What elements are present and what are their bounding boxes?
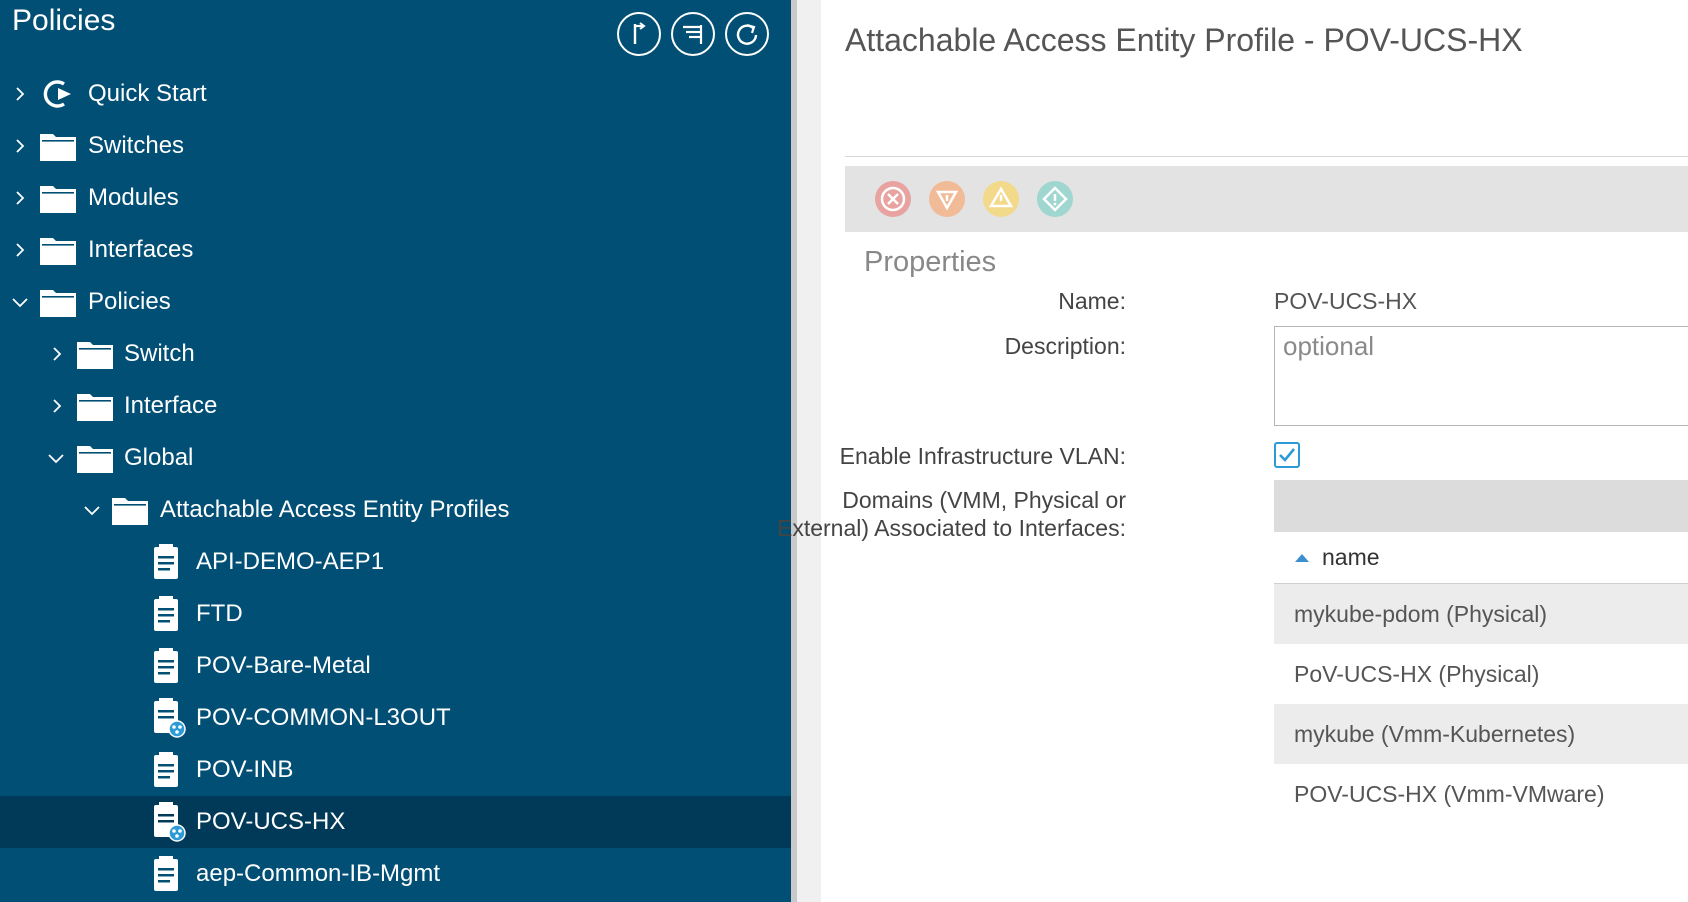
infra-vlan-label: Enable Infrastructure VLAN: — [839, 443, 1126, 469]
tree-item-label: FTD — [196, 600, 243, 627]
domains-label-line2: External) Associated to Interfaces: — [776, 515, 1126, 541]
nav-title: Policies — [12, 4, 116, 37]
document-icon — [153, 596, 179, 632]
tree-home-button[interactable] — [617, 12, 661, 56]
tree-item-pov-bare-metal[interactable]: POV-Bare-Metal — [0, 640, 791, 692]
tree-item-label: aep-Common-IB-Mgmt — [196, 860, 441, 887]
folder-icon — [40, 235, 76, 265]
domains-table-row[interactable]: mykube-pdom (Physical) — [1274, 584, 1688, 644]
tree-item-ftd[interactable]: FTD — [0, 588, 791, 640]
tree-item-interfaces[interactable]: Interfaces — [0, 224, 791, 276]
major-fault-icon[interactable] — [927, 179, 967, 219]
tree-item-quick-start[interactable]: Quick Start — [0, 68, 791, 120]
tree-item-pov-common-l3out[interactable]: POV-COMMON-L3OUT — [0, 692, 791, 744]
quick-start-icon — [40, 78, 76, 110]
folder-icon — [77, 443, 113, 473]
column-header-label: name — [1322, 544, 1380, 570]
document-shared-icon — [153, 802, 187, 842]
page-title: Attachable Access Entity Profile - POV-U… — [845, 22, 1523, 58]
sort-ascending-icon — [1295, 553, 1309, 562]
folder-icon — [77, 391, 113, 421]
chevron-right-icon[interactable] — [48, 397, 66, 415]
folder-icon — [40, 131, 76, 161]
tree-item-attachable-access-entity-profiles[interactable]: Attachable Access Entity Profiles — [0, 484, 791, 536]
tree-item-label: Switches — [88, 132, 185, 159]
tree-item-label: POV-COMMON-L3OUT — [196, 704, 451, 731]
tree-item-label: Global — [124, 444, 194, 471]
chevron-right-icon[interactable] — [11, 137, 29, 155]
description-field[interactable] — [1274, 326, 1688, 426]
filter-button[interactable] — [671, 12, 715, 56]
document-shared-icon — [153, 698, 187, 738]
navigation-pane: Policies Quick Start Switches Modules In… — [0, 0, 791, 902]
policy-tree: Quick Start Switches Modules Interfaces … — [0, 68, 791, 900]
document-icon — [153, 752, 179, 788]
tree-item-label: Interfaces — [88, 236, 194, 263]
tree-item-label: API-DEMO-AEP1 — [196, 548, 385, 575]
tree-item-global[interactable]: Global — [0, 432, 791, 484]
tree-item-interface[interactable]: Interface — [0, 380, 791, 432]
document-icon — [153, 648, 179, 684]
tree-item-label: Modules — [88, 184, 179, 211]
chevron-down-icon[interactable] — [83, 501, 101, 519]
tree-item-label: POV-UCS-HX — [196, 808, 346, 835]
description-label: Description: — [1004, 333, 1126, 359]
divider — [845, 156, 1688, 157]
warning-fault-icon[interactable] — [1035, 179, 1075, 219]
name-column-header[interactable]: name — [1274, 532, 1688, 584]
document-icon — [153, 544, 179, 580]
tree-item-policies[interactable]: Policies — [0, 276, 791, 328]
tree-item-label: Quick Start — [88, 80, 207, 107]
filter-list-icon — [683, 25, 703, 44]
tree-item-pov-ucs-hx[interactable]: POV-UCS-HX — [0, 796, 791, 848]
section-title: Properties — [864, 246, 997, 278]
tree-item-label: POV-INB — [196, 756, 294, 783]
critical-fault-icon[interactable] — [873, 179, 913, 219]
chevron-down-icon[interactable] — [11, 293, 29, 311]
pane-splitter[interactable] — [791, 0, 821, 902]
refresh-icon — [736, 23, 758, 45]
chevron-right-icon[interactable] — [48, 345, 66, 363]
folder-icon — [40, 287, 76, 317]
domains-table-row[interactable]: PoV-UCS-HX (Physical) — [1274, 644, 1688, 704]
tree-item-pov-inb[interactable]: POV-INB — [0, 744, 791, 796]
fault-summary-bar — [845, 166, 1688, 232]
domains-label-line1: Domains (VMM, Physical or — [842, 487, 1126, 513]
tree-item-api-demo-aep1[interactable]: API-DEMO-AEP1 — [0, 536, 791, 588]
document-icon — [153, 856, 179, 892]
checkmark-icon — [1279, 448, 1296, 462]
tree-item-switches[interactable]: Switches — [0, 120, 791, 172]
flag-icon — [633, 22, 646, 44]
domains-table-toolbar — [1274, 480, 1688, 532]
tree-item-label: Policies — [88, 288, 171, 315]
tree-item-label: Switch — [124, 340, 195, 367]
infra-vlan-checkbox[interactable] — [1274, 442, 1300, 468]
folder-icon — [40, 183, 76, 213]
refresh-button[interactable] — [725, 12, 769, 56]
content-pane: Attachable Access Entity Profile - POV-U… — [777, 0, 1688, 902]
tree-item-modules[interactable]: Modules — [0, 172, 791, 224]
chevron-right-icon[interactable] — [11, 241, 29, 259]
folder-icon — [77, 339, 113, 369]
folder-icon — [112, 495, 148, 525]
chevron-right-icon[interactable] — [11, 85, 29, 103]
domains-table-row[interactable]: mykube (Vmm-Kubernetes) — [1274, 704, 1688, 764]
chevron-right-icon[interactable] — [11, 189, 29, 207]
tree-item-label: POV-Bare-Metal — [196, 652, 371, 679]
domains-table-row[interactable]: POV-UCS-HX (Vmm-VMware) — [1274, 764, 1688, 824]
tree-item-label: Interface — [124, 392, 218, 419]
tree-item-label: Attachable Access Entity Profiles — [160, 496, 510, 523]
chevron-down-icon[interactable] — [47, 449, 65, 467]
minor-fault-icon[interactable] — [981, 179, 1021, 219]
name-value: POV-UCS-HX — [1274, 288, 1418, 314]
tree-item-switch[interactable]: Switch — [0, 328, 791, 380]
name-label: Name: — [1058, 288, 1126, 314]
nav-toolbar — [617, 12, 769, 56]
tree-item-aep-common-ib-mgmt[interactable]: aep-Common-IB-Mgmt — [0, 848, 791, 900]
